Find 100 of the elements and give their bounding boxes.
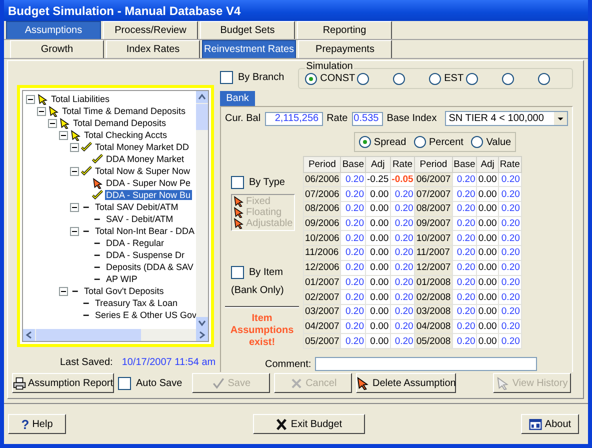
input-field[interactable]: 0.535 [352, 112, 383, 126]
tab[interactable]: Reporting [297, 21, 392, 39]
tab[interactable]: Bank [220, 91, 255, 106]
expand-toggle[interactable] [59, 130, 68, 140]
table-cell: 0.20 [340, 304, 366, 320]
assumption-report-button[interactable]: Assumption Report [12, 373, 114, 393]
pointer-icon [356, 376, 370, 390]
tree-item[interactable]: Treasury Tax & Loan [94, 298, 179, 308]
tree-item[interactable]: DDA - Regular [105, 238, 166, 248]
table-cell: 0.20 [452, 246, 477, 260]
table-cell: 0.00 [476, 334, 498, 348]
tab[interactable]: Assumptions [6, 21, 101, 39]
radio-button[interactable] [538, 72, 550, 84]
tree-item[interactable]: Total Money Market DD [94, 142, 190, 152]
checkbox[interactable] [118, 376, 131, 390]
input-field[interactable]: 2,115,256 [264, 112, 323, 126]
radio-button[interactable] [393, 72, 406, 84]
table-cell: 0.00 [476, 304, 498, 320]
table-cell: 06/2006 [304, 172, 341, 187]
pointer-icon [233, 207, 244, 218]
table-cell: 10/2007 [414, 230, 452, 246]
tree-item[interactable]: DDA - Super Now Bu [105, 190, 192, 200]
table-cell: 0.00 [366, 334, 390, 348]
check-icon [81, 142, 92, 152]
table-cell: 0.20 [340, 202, 366, 216]
expand-toggle[interactable] [70, 226, 79, 236]
tree-item[interactable]: AP WIP [105, 274, 138, 284]
table-cell: 03/2008 [414, 304, 452, 320]
radio-button[interactable] [502, 72, 514, 84]
expand-toggle[interactable] [70, 166, 79, 176]
radio-button[interactable] [305, 72, 318, 84]
pointer-icon [92, 178, 103, 188]
tab[interactable]: Process/Review [103, 21, 198, 39]
column-header: Period [414, 156, 452, 172]
table-cell: 0.20 [340, 290, 366, 304]
help-icon: ? [21, 416, 30, 432]
dropdown[interactable]: SN TIER 4 < 100,000 [444, 111, 568, 126]
expand-toggle[interactable] [48, 118, 57, 128]
table-cell: 12/2006 [304, 260, 341, 275]
table-cell: 01/2007 [304, 275, 341, 290]
radio-button[interactable] [466, 72, 478, 84]
table-cell: 04/2007 [304, 319, 341, 334]
help-button[interactable]: ? Help [8, 414, 66, 434]
tab[interactable]: Budget Sets [200, 21, 295, 39]
expand-toggle[interactable] [70, 142, 79, 152]
exit-button[interactable]: Exit Budget [252, 414, 364, 434]
tab[interactable]: Growth [10, 40, 104, 58]
table-cell: 11/2006 [304, 246, 341, 260]
note-text: (Bank Only) [231, 285, 285, 296]
comment-field[interactable] [315, 357, 538, 371]
checkbox-label: By Item [249, 267, 283, 278]
tree-item[interactable]: Total Demand Deposits [72, 118, 168, 128]
tree-item[interactable]: DDA Money Market [105, 154, 186, 164]
tree-item[interactable]: Total Liabilities [50, 94, 111, 104]
table-cell: 08/2006 [304, 202, 341, 216]
radio-button[interactable] [429, 72, 442, 84]
field-label: Rate [326, 113, 348, 124]
table-cell: 0.20 [498, 216, 522, 231]
column-header: Base [340, 156, 366, 172]
tab[interactable]: Prepayments [298, 40, 392, 58]
checkbox[interactable] [231, 176, 244, 189]
tree-item[interactable]: Total Now & Super Now [94, 166, 192, 176]
table-cell: 0.20 [498, 260, 522, 275]
table-cell: 0.20 [452, 172, 477, 187]
tree-item[interactable]: Total Checking Accts [83, 130, 168, 140]
about-button[interactable]: About [521, 414, 579, 434]
tree-item[interactable]: Total Time & Demand Deposits [61, 106, 187, 116]
tree-item[interactable]: DDA - Suspense Dr [105, 250, 186, 260]
table-cell: 0.00 [476, 290, 498, 304]
check-icon [81, 166, 92, 176]
tree-item[interactable]: DDA - Super Now Pe [105, 178, 192, 188]
scrollbar[interactable] [22, 329, 209, 342]
radio-button[interactable] [358, 136, 371, 148]
checkbox[interactable] [220, 71, 233, 84]
expand-toggle[interactable] [70, 202, 79, 212]
tree-item[interactable]: Total Gov't Deposits [83, 286, 165, 296]
tab[interactable]: Reinvestment Rates [202, 40, 296, 58]
tab[interactable]: Index Rates [106, 40, 200, 58]
tree-item[interactable]: Total SAV Debit/ATM [94, 202, 180, 212]
radio-label: Percent [428, 136, 464, 148]
radio-button[interactable] [471, 136, 484, 148]
scrollbar[interactable] [196, 91, 208, 329]
checkbox-label: By Type [249, 177, 285, 188]
radio-button[interactable] [357, 72, 370, 84]
expand-toggle[interactable] [59, 286, 68, 296]
checkbox[interactable] [231, 266, 244, 279]
table-cell: 0.20 [498, 304, 522, 320]
tree-item[interactable]: Total Non-Int Bear - DDA [94, 226, 196, 236]
radio-button[interactable] [414, 136, 426, 148]
table-cell: 12/2007 [414, 260, 452, 275]
tree-item[interactable]: SAV - Debit/ATM [105, 214, 174, 224]
column-header: Rate [390, 156, 415, 172]
tree-item[interactable]: Deposits (DDA & SAV [105, 262, 194, 272]
scroll-thumb[interactable] [196, 104, 208, 130]
pointer-icon [70, 130, 81, 140]
expand-toggle[interactable] [37, 106, 46, 116]
table-cell: 0.00 [366, 216, 390, 231]
table-cell: 0.20 [452, 260, 477, 275]
scroll-thumb[interactable] [36, 329, 141, 341]
expand-toggle[interactable] [26, 94, 35, 104]
